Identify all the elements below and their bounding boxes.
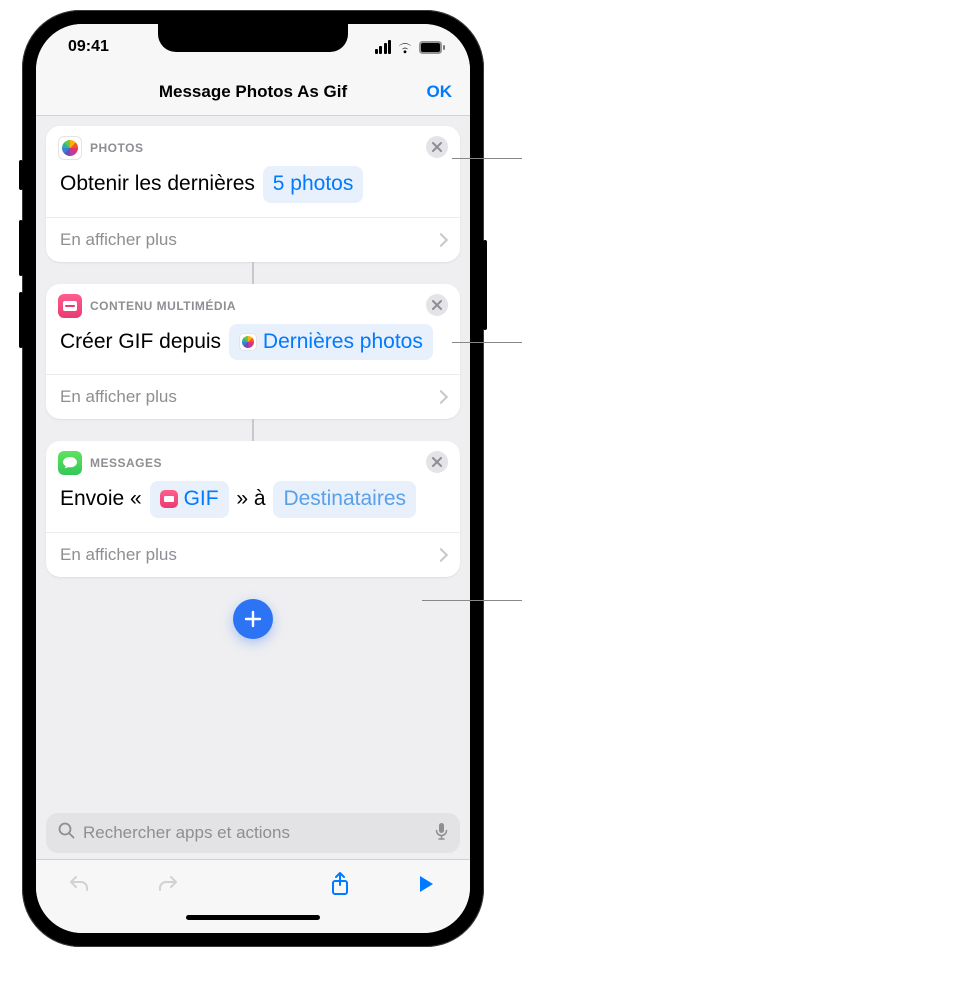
param-gif-variable[interactable]: GIF [150,481,229,518]
volume-down-button [19,292,23,348]
bottom-toolbar [36,859,470,907]
photos-app-icon [58,136,82,160]
card-header: PHOTOS [46,126,460,164]
action-card-messages[interactable]: MESSAGES Envoie « GIF » à Destinataires [46,441,460,577]
action-card-photos[interactable]: PHOTOS Obtenir les dernières 5 photos En… [46,126,460,262]
device-frame: 09:41 Message Photos As Gif OK [22,10,484,947]
show-more-label: En afficher plus [60,387,177,407]
param-photo-count[interactable]: 5 photos [263,166,364,203]
show-more-label: En afficher plus [60,545,177,565]
cellular-icon [375,40,392,54]
action-summary: Obtenir les dernières 5 photos [46,164,460,217]
done-button[interactable]: OK [427,82,453,102]
chevron-right-icon [436,230,446,250]
app-label: CONTENU MULTIMÉDIA [90,299,236,313]
add-action-button[interactable] [233,599,273,639]
show-more-label: En afficher plus [60,230,177,250]
summary-text: Obtenir les dernières [60,168,261,201]
show-more-row[interactable]: En afficher plus [46,217,460,262]
connector-line [252,262,254,284]
search-placeholder: Rechercher apps et actions [83,823,427,843]
media-app-icon [58,294,82,318]
search-wrap: Rechercher apps et actions [36,805,470,859]
status-time: 09:41 [68,38,109,56]
redo-button[interactable] [147,873,187,895]
undo-button[interactable] [60,873,100,895]
run-button[interactable] [406,874,446,894]
remove-action-button[interactable] [426,451,448,473]
media-mini-icon [160,490,178,508]
silence-switch [19,160,23,190]
battery-icon [419,41,446,54]
card-header: CONTENU MULTIMÉDIA [46,284,460,322]
param-recipients[interactable]: Destinataires [273,481,416,518]
messages-app-icon [58,451,82,475]
summary-text: Créer GIF depuis [60,326,227,359]
search-input[interactable]: Rechercher apps et actions [46,813,460,853]
callout-leader [452,342,522,343]
remove-action-button[interactable] [426,294,448,316]
show-more-row[interactable]: En afficher plus [46,532,460,577]
connector-line [252,419,254,441]
photos-mini-icon [239,333,257,351]
summary-text: Envoie « [60,483,148,516]
action-card-media[interactable]: CONTENU MULTIMÉDIA Créer GIF depuis Dern… [46,284,460,420]
token-label: Dernières photos [263,326,423,359]
volume-up-button [19,220,23,276]
card-header: MESSAGES [46,441,460,479]
nav-header: Message Photos As Gif OK [36,68,470,116]
dictation-icon[interactable] [435,822,448,845]
callout-leader [422,600,522,601]
app-label: MESSAGES [90,456,162,470]
notch [158,24,348,52]
shortcut-editor[interactable]: PHOTOS Obtenir les dernières 5 photos En… [36,116,470,805]
power-button [483,240,487,330]
status-right [375,40,447,54]
action-summary: Envoie « GIF » à Destinataires [46,479,460,532]
callout-leader [452,158,522,159]
wifi-icon [396,41,414,54]
action-summary: Créer GIF depuis Dernières photos [46,322,460,375]
token-label: GIF [184,483,219,516]
summary-text: » à [231,483,272,516]
home-indicator [36,907,470,933]
share-button[interactable] [320,871,360,897]
chevron-right-icon [436,387,446,407]
app-label: PHOTOS [90,141,143,155]
screen: 09:41 Message Photos As Gif OK [36,24,470,933]
page-title: Message Photos As Gif [159,82,347,102]
chevron-right-icon [436,545,446,565]
remove-action-button[interactable] [426,136,448,158]
search-icon [58,822,75,844]
show-more-row[interactable]: En afficher plus [46,374,460,419]
param-source-photos[interactable]: Dernières photos [229,324,433,361]
